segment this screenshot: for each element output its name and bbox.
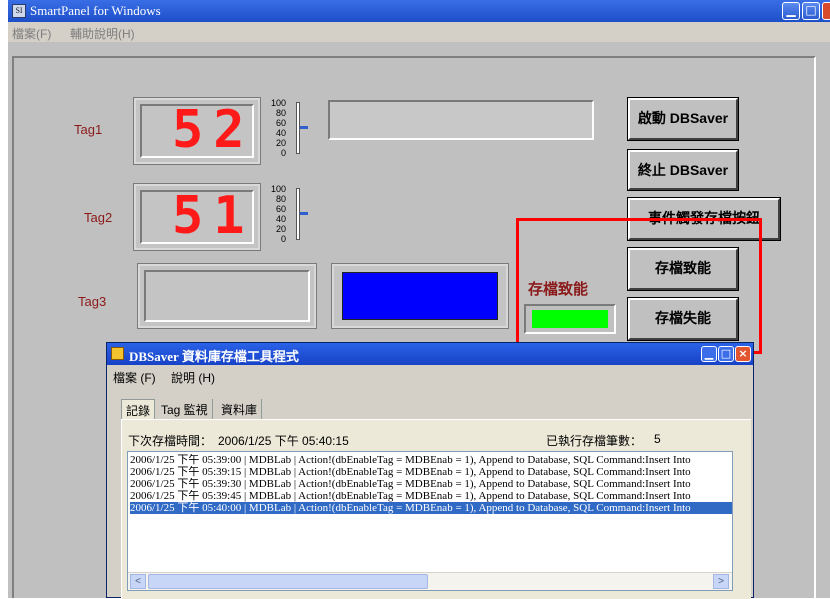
log-row-selected[interactable]: 2006/1/25 下午 05:40:00 | MDBLab | Action!… bbox=[130, 502, 732, 514]
tag1-gauge-ticks: 100 80 60 40 20 0 bbox=[264, 98, 286, 158]
tick-label: 20 bbox=[275, 224, 286, 234]
log-row[interactable]: 2006/1/25 下午 05:39:45 | MDBLab | Action!… bbox=[130, 490, 732, 502]
tag1-display: 52 bbox=[133, 97, 261, 165]
tag2-gauge: 100 80 60 40 20 0 bbox=[264, 182, 314, 252]
stop-dbsaver-label: 終止 DBSaver bbox=[637, 162, 729, 178]
tag1-text-field bbox=[328, 100, 594, 140]
tag2-gauge-ticks: 100 80 60 40 20 0 bbox=[264, 184, 286, 244]
highlight-frame bbox=[516, 218, 762, 354]
dbsaver-window: DBSaver 資料庫存檔工具程式 ▁ □ × 檔案 (F) 說明 (H) 記錄… bbox=[106, 342, 754, 599]
executed-count-label: 已執行存檔筆數： bbox=[546, 434, 643, 448]
dbsaver-minimize-icon[interactable]: ▁ bbox=[701, 346, 717, 362]
tag1-gauge-marker bbox=[300, 125, 308, 129]
tag1-display-screen: 52 bbox=[140, 100, 255, 160]
tab-tag-monitor[interactable]: Tag 監視 bbox=[157, 399, 213, 419]
start-dbsaver-label: 啟動 DBSaver bbox=[637, 110, 729, 126]
tag2-gauge-marker bbox=[300, 212, 308, 216]
tick-label: 0 bbox=[280, 234, 286, 244]
tag3-display bbox=[137, 263, 317, 329]
tag1-value: 52 bbox=[172, 100, 255, 160]
close-icon[interactable] bbox=[822, 2, 830, 20]
dbsaver-title: DBSaver 資料庫存檔工具程式 bbox=[129, 349, 299, 364]
tag1-gauge: 100 80 60 40 20 0 bbox=[264, 96, 314, 166]
tick-label: 100 bbox=[270, 184, 286, 194]
dbsaver-menu-bar: 檔案 (F) 說明 (H) bbox=[107, 365, 753, 385]
tick-label: 20 bbox=[275, 138, 286, 148]
tag2-display: 51 bbox=[133, 183, 261, 251]
scroll-left-icon[interactable]: < bbox=[130, 574, 146, 589]
log-row[interactable]: 2006/1/25 下午 05:39:15 | MDBLab | Action!… bbox=[130, 466, 732, 478]
tag2-value: 51 bbox=[172, 186, 255, 246]
dbsaver-app-icon bbox=[111, 347, 124, 360]
window-titlebar[interactable]: SI SmartPanel for Windows ▁ □ bbox=[8, 0, 830, 22]
tag2-label: Tag2 bbox=[84, 210, 113, 225]
app-icon: SI bbox=[12, 4, 26, 18]
dbsaver-menu-help[interactable]: 說明 (H) bbox=[171, 369, 215, 386]
tick-label: 40 bbox=[275, 128, 286, 138]
tag3-label: Tag3 bbox=[78, 294, 107, 309]
dbsaver-close-icon[interactable]: × bbox=[735, 346, 751, 362]
tick-label: 60 bbox=[275, 118, 286, 128]
tag3-display-screen bbox=[144, 270, 310, 322]
minimize-icon[interactable]: ▁ bbox=[782, 2, 800, 20]
stop-dbsaver-button[interactable]: 終止 DBSaver bbox=[627, 149, 739, 191]
next-save-label: 下次存檔時間： bbox=[128, 434, 213, 448]
log-row[interactable]: 2006/1/25 下午 05:39:00 | MDBLab | Action!… bbox=[130, 454, 732, 466]
tick-label: 40 bbox=[275, 214, 286, 224]
tab-database[interactable]: 資料庫 bbox=[217, 399, 263, 419]
tick-label: 0 bbox=[280, 148, 286, 158]
next-save-time: 2006/1/25 下午 05:40:15 bbox=[218, 434, 349, 448]
window-title: SmartPanel for Windows bbox=[30, 3, 161, 18]
dbsaver-titlebar[interactable]: DBSaver 資料庫存檔工具程式 ▁ □ × bbox=[107, 343, 753, 365]
menu-bar: 檔案(F) 輔助說明(H) bbox=[8, 22, 830, 42]
start-dbsaver-button[interactable]: 啟動 DBSaver bbox=[627, 97, 739, 141]
tick-label: 80 bbox=[275, 108, 286, 118]
log-row[interactable]: 2006/1/25 下午 05:39:30 | MDBLab | Action!… bbox=[130, 478, 732, 490]
log-horizontal-scrollbar[interactable]: < > bbox=[128, 572, 732, 590]
tab-log[interactable]: 記錄 bbox=[121, 399, 156, 419]
tag3-color-swatch bbox=[342, 272, 498, 320]
dbsaver-menu-file[interactable]: 檔案 (F) bbox=[113, 369, 156, 386]
tick-label: 60 bbox=[275, 204, 286, 214]
tick-label: 80 bbox=[275, 194, 286, 204]
dbsaver-maximize-icon[interactable]: □ bbox=[718, 346, 734, 362]
tag1-label: Tag1 bbox=[74, 122, 103, 137]
menu-file[interactable]: 檔案(F) bbox=[12, 25, 51, 42]
maximize-icon[interactable]: □ bbox=[802, 2, 820, 20]
tick-label: 100 bbox=[270, 98, 286, 108]
scroll-right-icon[interactable]: > bbox=[713, 574, 729, 589]
tag2-display-screen: 51 bbox=[140, 186, 255, 246]
log-list[interactable]: 2006/1/25 下午 05:39:00 | MDBLab | Action!… bbox=[127, 451, 733, 591]
tag3-color-indicator bbox=[331, 263, 509, 329]
menu-help[interactable]: 輔助說明(H) bbox=[70, 25, 135, 42]
executed-count: 5 bbox=[654, 432, 661, 446]
scroll-thumb[interactable] bbox=[148, 574, 428, 589]
